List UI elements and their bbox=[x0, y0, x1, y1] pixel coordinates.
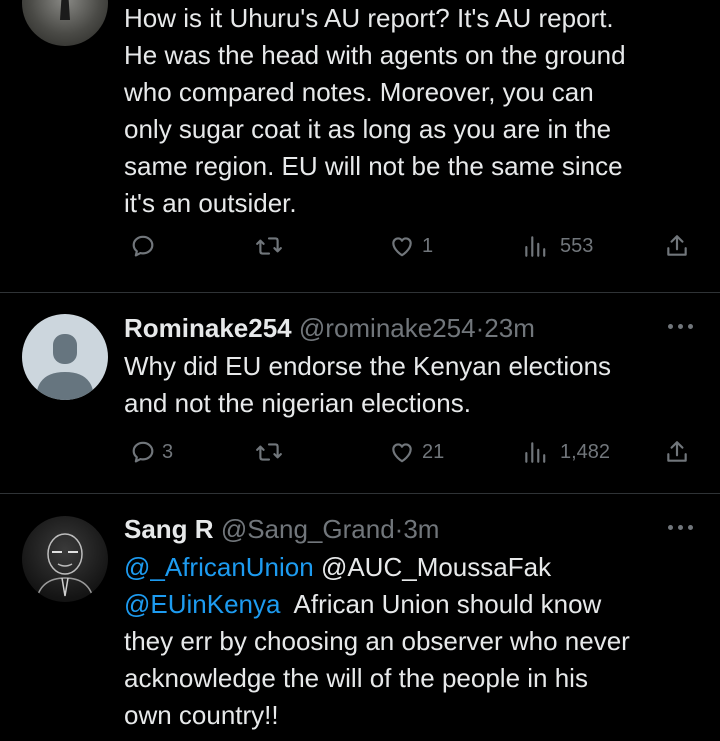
tweet-text-line: How is it Uhuru's AU report? It's AU rep… bbox=[124, 3, 614, 33]
like-icon bbox=[392, 237, 412, 257]
tweet-text-segment: African Union should know bbox=[280, 589, 602, 619]
avatar-image bbox=[35, 533, 95, 602]
like-icon bbox=[392, 443, 412, 463]
tweet-text: Why did EU endorse the Kenyan elections … bbox=[124, 348, 704, 422]
more-icon-dot bbox=[678, 525, 683, 530]
tweet-text-line: Why did EU endorse the Kenyan elections bbox=[124, 351, 612, 381]
reply-icon bbox=[132, 235, 154, 257]
tweet-2[interactable]: Rominake254 @rominake254·23m Why did EU … bbox=[0, 293, 720, 493]
tweet-text-line: they err by choosing an observer who nev… bbox=[124, 626, 630, 656]
like-button[interactable]: 21 bbox=[388, 435, 444, 469]
tweet-1[interactable]: How is it Uhuru's AU report? It's AU rep… bbox=[0, 0, 720, 292]
reply-button[interactable]: 3 bbox=[130, 435, 173, 469]
author-name[interactable]: Rominake254 bbox=[124, 313, 292, 343]
like-count: 21 bbox=[422, 440, 445, 463]
avatar[interactable] bbox=[22, 314, 108, 400]
reply-icon bbox=[132, 441, 154, 463]
share-icon bbox=[667, 441, 687, 462]
timestamp[interactable]: 23m bbox=[484, 313, 535, 343]
avatar[interactable] bbox=[22, 516, 108, 602]
like-count: 1 bbox=[422, 234, 434, 257]
tweet-text-line: same region. EU will not be the same sin… bbox=[124, 151, 623, 181]
tweet-text-line: own country!! bbox=[124, 700, 279, 730]
more-icon-dot bbox=[678, 324, 683, 329]
share-button[interactable] bbox=[664, 229, 690, 263]
tweet-text-line: and not the nigerian elections. bbox=[124, 388, 471, 418]
more-button[interactable] bbox=[666, 321, 696, 331]
more-icon bbox=[668, 525, 673, 530]
timestamp[interactable]: 3m bbox=[403, 514, 439, 544]
more-button[interactable] bbox=[666, 522, 696, 532]
mention-link[interactable]: @EUinKenya bbox=[124, 589, 280, 619]
tweet-actions: 1 553 bbox=[0, 229, 720, 263]
more-icon-dot bbox=[688, 324, 693, 329]
tweet-text-line: @_AfricanUnion @AUC_MoussaFak bbox=[124, 549, 704, 586]
tweet-text-line: who compared notes. Moreover, you can bbox=[124, 77, 594, 107]
reply-button[interactable] bbox=[130, 229, 162, 263]
reply-count: 3 bbox=[162, 440, 174, 463]
retweet-button[interactable] bbox=[255, 229, 289, 263]
tweet-text-line: @EUinKenya African Union should know bbox=[124, 586, 704, 623]
tweet-3[interactable]: Sang R @Sang_Grand·3m @_AfricanUnion @AU… bbox=[0, 494, 720, 741]
author-handle[interactable]: @Sang_Grand bbox=[221, 514, 395, 544]
more-icon-dot bbox=[688, 525, 693, 530]
tweet-text: @_AfricanUnion @AUC_MoussaFak @EUinKenya… bbox=[124, 549, 704, 734]
tweet-header: Sang R @Sang_Grand·3m bbox=[124, 514, 439, 544]
views-count: 553 bbox=[560, 234, 594, 257]
separator: · bbox=[475, 313, 485, 343]
tweet-text-line: acknowledge the will of the people in hi… bbox=[124, 663, 588, 693]
views-icon bbox=[525, 236, 546, 257]
share-button[interactable] bbox=[664, 435, 690, 469]
tweet-actions: 3 21 1,482 bbox=[0, 435, 720, 469]
tweet-text-line: only sugar coat it as long as you are in… bbox=[124, 114, 612, 144]
retweet-icon bbox=[256, 443, 282, 461]
retweet-icon bbox=[256, 237, 282, 255]
tweet-text-line: He was the head with agents on the groun… bbox=[124, 40, 626, 70]
views-count: 1,482 bbox=[560, 440, 611, 463]
retweet-button[interactable] bbox=[255, 435, 289, 469]
tweet-text-segment: @AUC_MoussaFak bbox=[313, 552, 552, 582]
avatar-image bbox=[60, 0, 70, 20]
tweet-header: Rominake254 @rominake254·23m bbox=[124, 313, 535, 343]
tweet-text-line: it's an outsider. bbox=[124, 188, 297, 218]
mention-link[interactable]: @_AfricanUnion bbox=[124, 552, 314, 582]
views-button[interactable]: 553 bbox=[522, 229, 593, 263]
default-avatar-icon bbox=[36, 334, 94, 400]
author-name[interactable]: Sang R bbox=[124, 514, 214, 544]
avatar[interactable] bbox=[22, 0, 108, 46]
views-button[interactable]: 1,482 bbox=[522, 435, 610, 469]
tweet-text: How is it Uhuru's AU report? It's AU rep… bbox=[124, 0, 704, 222]
like-button[interactable]: 1 bbox=[388, 229, 433, 263]
views-icon bbox=[525, 442, 546, 463]
share-icon bbox=[667, 235, 687, 256]
author-handle[interactable]: @rominake254 bbox=[299, 313, 476, 343]
more-icon bbox=[668, 324, 673, 329]
